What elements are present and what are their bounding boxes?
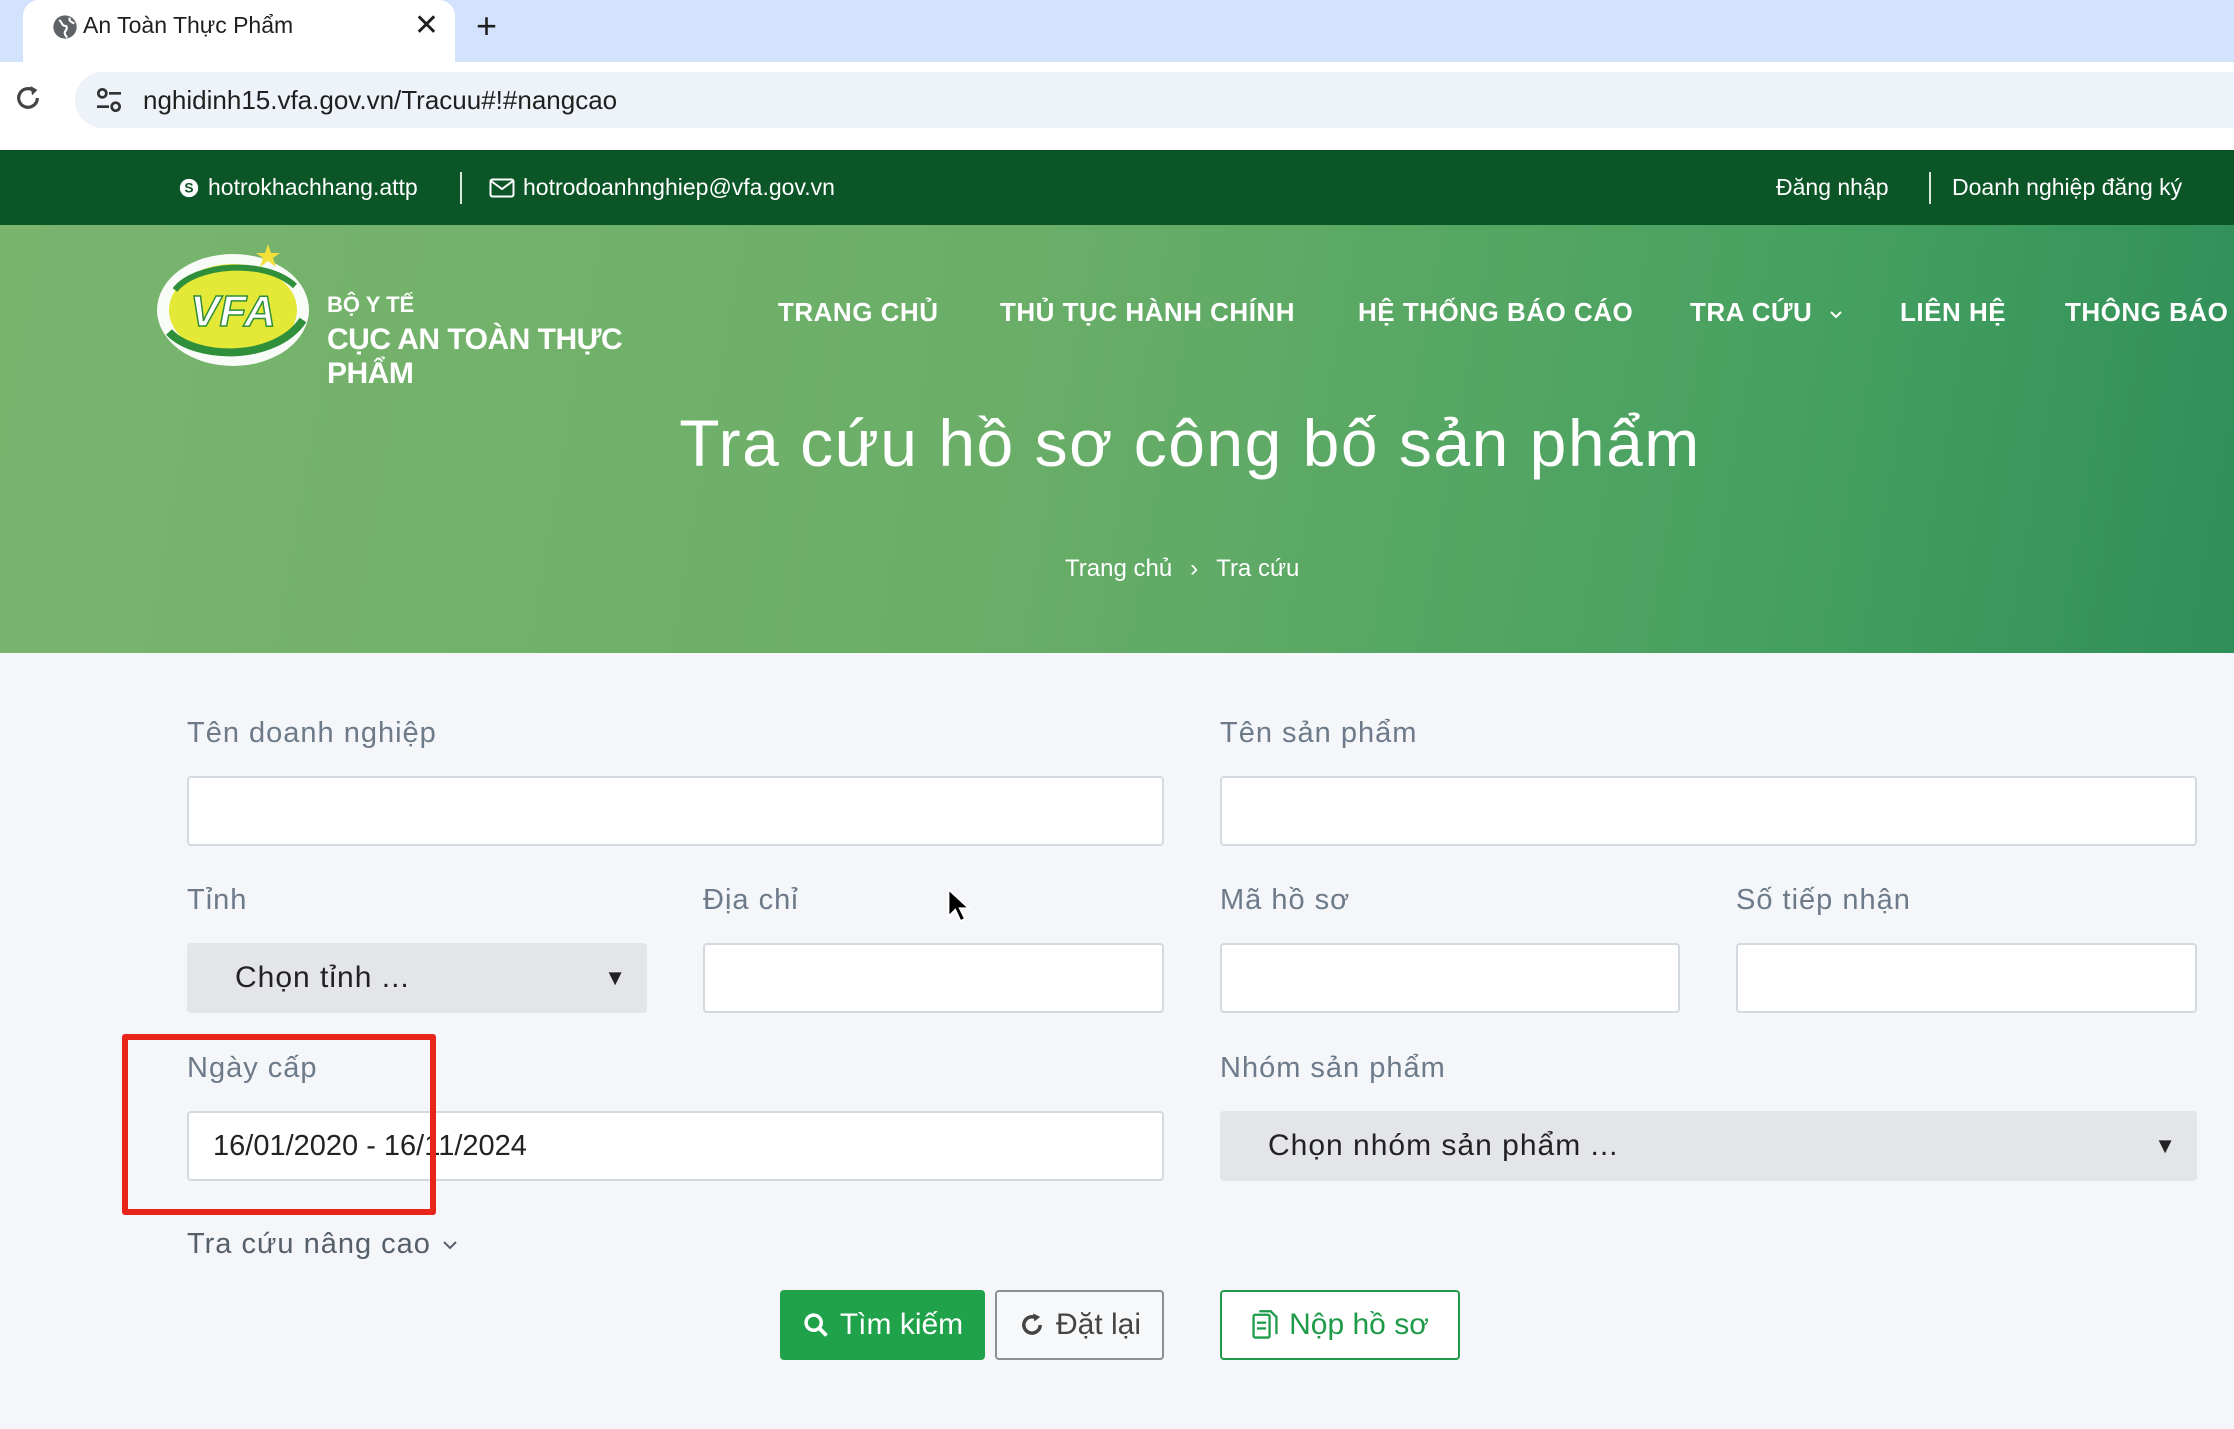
nav-home[interactable]: TRANG CHỦ — [778, 297, 939, 328]
email-text: hotrodoanhnghiep@vfa.gov.vn — [523, 174, 835, 200]
search-button[interactable]: Tìm kiếm — [780, 1290, 985, 1360]
nav-reports[interactable]: HỆ THỐNG BÁO CÁO — [1358, 297, 1633, 328]
nav-notices[interactable]: THÔNG BÁO — [2065, 297, 2228, 328]
receipt-input[interactable] — [1736, 943, 2197, 1013]
skype-contact[interactable]: S hotrokhachhang.attp — [178, 174, 418, 201]
topbar-divider — [1929, 172, 1931, 204]
login-link[interactable]: Đăng nhập — [1776, 174, 1889, 201]
svg-text:S: S — [184, 180, 193, 195]
logo-line2: CỤC AN TOÀN THỰC PHẨM — [327, 323, 623, 390]
refresh-icon — [1022, 1313, 1042, 1335]
browser-tab-bar: An Toàn Thực Phẩm ✕ + — [0, 0, 2234, 62]
email-contact[interactable]: hotrodoanhnghiep@vfa.gov.vn — [489, 174, 835, 201]
group-selected: Chọn nhóm sản phẩm ... — [1268, 1129, 1619, 1162]
province-label: Tỉnh — [187, 884, 248, 916]
chevron-down-icon — [1830, 311, 1842, 319]
advanced-search-label: Tra cứu nâng cao — [187, 1228, 431, 1260]
browser-tab[interactable]: An Toàn Thực Phẩm ✕ — [23, 0, 455, 62]
province-selected: Chọn tỉnh ... — [235, 961, 410, 994]
address-label: Địa chỉ — [703, 884, 799, 916]
breadcrumb-home[interactable]: Trang chủ — [1065, 555, 1172, 583]
globe-icon — [53, 15, 77, 39]
reset-button[interactable]: Đặt lại — [995, 1290, 1164, 1360]
nav-lookup[interactable]: TRA CỨU — [1690, 297, 1844, 328]
site-settings-icon[interactable] — [93, 84, 125, 116]
receipt-label: Số tiếp nhận — [1736, 884, 1911, 916]
chevron-down-icon — [443, 1240, 457, 1249]
submit-file-label: Nộp hồ sơ — [1289, 1308, 1429, 1341]
submit-file-button[interactable]: Nộp hồ sơ — [1220, 1290, 1460, 1360]
register-link[interactable]: Doanh nghiệp đăng ký — [1952, 174, 2182, 201]
nav-lookup-label: TRA CỨU — [1690, 297, 1813, 327]
product-label: Tên sản phẩm — [1220, 717, 1418, 749]
file-code-label: Mã hồ sơ — [1220, 884, 1351, 916]
hero-banner: VFA BỘ Y TẾ CỤC AN TOÀN THỰC PHẨM TRANG … — [0, 225, 2234, 653]
logo-mark: VFA — [190, 287, 276, 336]
file-code-input[interactable] — [1220, 943, 1680, 1013]
search-button-label: Tìm kiếm — [839, 1308, 964, 1341]
skype-text: hotrokhachhang.attp — [208, 174, 418, 200]
site-topbar: S hotrokhachhang.attp hotrodoanhnghiep@v… — [0, 150, 2234, 225]
address-input[interactable] — [703, 943, 1164, 1013]
page-title: Tra cứu hồ sơ công bố sản phẩm — [679, 406, 1701, 480]
omnibox[interactable]: nghidinh15.vfa.gov.vn/Tracuu#!#nangcao — [75, 72, 2234, 128]
breadcrumb-separator: › — [1190, 555, 1199, 582]
nav-contact[interactable]: LIÊN HỆ — [1900, 297, 2006, 328]
search-icon — [804, 1313, 828, 1337]
document-icon — [1252, 1310, 1278, 1339]
breadcrumb-current: Tra cứu — [1216, 555, 1300, 582]
reload-icon[interactable] — [12, 82, 44, 114]
new-tab-button[interactable]: + — [476, 6, 497, 46]
mouse-cursor-icon — [947, 888, 971, 923]
product-group-select[interactable]: Chọn nhóm sản phẩm ... ▼ — [1220, 1111, 2197, 1181]
highlight-box — [122, 1034, 436, 1215]
dropdown-arrow-icon: ▼ — [604, 965, 627, 990]
close-tab-icon[interactable]: ✕ — [414, 8, 439, 44]
vfa-logo-emblem: VFA — [157, 244, 309, 366]
advanced-search-toggle[interactable]: Tra cứu nâng cao — [187, 1228, 459, 1261]
mail-icon — [489, 178, 515, 197]
topbar-divider — [460, 172, 462, 204]
url-text[interactable]: nghidinh15.vfa.gov.vn/Tracuu#!#nangcao — [143, 85, 617, 116]
group-label: Nhóm sản phẩm — [1220, 1052, 1446, 1084]
site-logo[interactable]: VFA BỘ Y TẾ CỤC AN TOÀN THỰC PHẨM — [155, 240, 675, 390]
tab-title: An Toàn Thực Phẩm — [83, 12, 294, 38]
breadcrumb: Trang chủ › Tra cứu — [1065, 555, 1299, 583]
reset-button-label: Đặt lại — [1055, 1308, 1142, 1341]
product-input[interactable] — [1220, 776, 2197, 846]
logo-line1: BỘ Y TẾ — [327, 292, 415, 317]
nav-procedures[interactable]: THỦ TỤC HÀNH CHÍNH — [1000, 297, 1295, 328]
skype-icon: S — [179, 178, 199, 197]
province-select[interactable]: Chọn tỉnh ... ▼ — [187, 943, 647, 1013]
company-label: Tên doanh nghiệp — [187, 717, 437, 749]
company-input[interactable] — [187, 776, 1164, 846]
dropdown-arrow-icon: ▼ — [2154, 1133, 2177, 1158]
address-bar: nghidinh15.vfa.gov.vn/Tracuu#!#nangcao — [0, 62, 2234, 150]
